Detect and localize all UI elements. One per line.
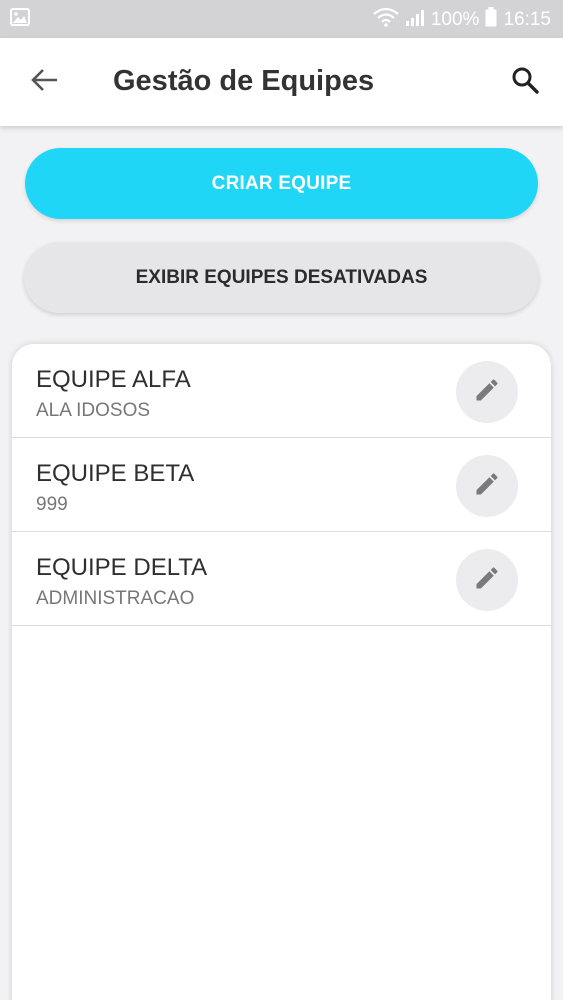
status-bar: 100% 16:15 [0, 0, 563, 38]
search-icon [511, 66, 539, 99]
create-team-button[interactable]: CRIAR EQUIPE [25, 148, 538, 219]
team-name: EQUIPE ALFA [36, 366, 191, 393]
team-list-item[interactable]: EQUIPE ALFA ALA IDOSOS [12, 344, 551, 438]
app-bar: Gestão de Equipes [0, 38, 563, 126]
screen: 100% 16:15 Gestão de Equipes CRIAR EQUIP… [0, 0, 563, 1000]
status-left [10, 7, 30, 31]
show-disabled-teams-button[interactable]: EXIBIR EQUIPES DESATIVADAS [24, 242, 539, 313]
status-right: 100% 16:15 [373, 7, 551, 31]
signal-icon [405, 8, 425, 30]
team-sector: ADMINISTRACAO [36, 588, 195, 609]
page-title: Gestão de Equipes [113, 65, 375, 97]
edit-team-button[interactable] [456, 361, 518, 423]
arrow-back-icon [30, 68, 58, 97]
pencil-icon [473, 470, 501, 503]
search-button[interactable] [506, 64, 544, 100]
team-name: EQUIPE DELTA [36, 554, 208, 581]
back-button[interactable] [26, 66, 62, 98]
team-sector: ALA IDOSOS [36, 400, 151, 421]
team-list-item[interactable]: EQUIPE BETA 999 [12, 438, 551, 532]
pencil-icon [473, 376, 501, 409]
clock: 16:15 [503, 8, 551, 30]
battery-level: 100% [430, 8, 480, 30]
team-sector: 999 [36, 494, 68, 515]
edit-team-button[interactable] [456, 455, 518, 517]
edit-team-button[interactable] [456, 549, 518, 611]
battery-icon [485, 7, 497, 31]
team-name: EQUIPE BETA [36, 460, 195, 487]
team-list: EQUIPE ALFA ALA IDOSOS EQUIPE BETA 999 E… [12, 344, 551, 1000]
team-list-item[interactable]: EQUIPE DELTA ADMINISTRACAO [12, 532, 551, 626]
pencil-icon [473, 564, 501, 597]
image-icon [10, 7, 30, 31]
wifi-icon [373, 7, 399, 31]
